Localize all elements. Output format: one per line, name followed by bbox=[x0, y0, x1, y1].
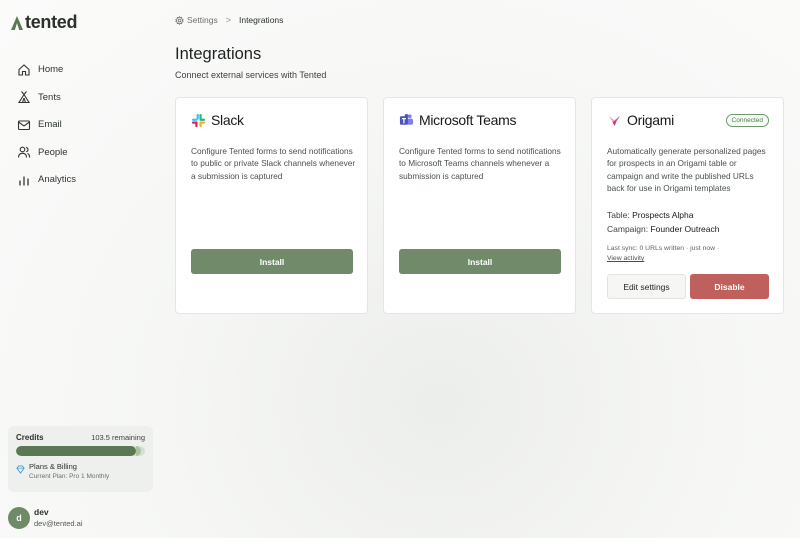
origami-table-info: Table: Prospects Alpha bbox=[607, 210, 694, 220]
page-title: Integrations bbox=[175, 45, 262, 63]
analytics-icon bbox=[17, 173, 31, 187]
sidebar-item-home[interactable]: Home bbox=[10, 56, 150, 84]
sidebar-item-people[interactable]: People bbox=[10, 139, 150, 167]
user-email: dev@tented.ai bbox=[34, 519, 83, 528]
edit-settings-button[interactable]: Edit settings bbox=[607, 274, 686, 299]
gear-icon bbox=[175, 15, 184, 25]
slack-logo-icon bbox=[191, 113, 206, 127]
integration-description: Configure Tented forms to send notificat… bbox=[399, 146, 561, 181]
credits-panel: Credits 103.5 remaining Plans & Billing … bbox=[8, 426, 153, 492]
breadcrumb-settings-link[interactable]: Settings bbox=[187, 15, 218, 25]
home-icon bbox=[17, 63, 31, 77]
integration-name: Slack bbox=[211, 112, 244, 128]
view-activity-link[interactable]: View activity bbox=[607, 254, 772, 264]
sidebar: tented Home Tents Email People Analytics… bbox=[0, 0, 160, 538]
table-label: Table: bbox=[607, 210, 630, 220]
campaign-value: Founder Outreach bbox=[650, 224, 720, 234]
integration-name: Origami bbox=[627, 112, 674, 128]
current-plan-text: Current Plan: Pro 1 Monthly bbox=[29, 473, 110, 480]
credits-remaining: 103.5 remaining bbox=[91, 433, 145, 442]
sidebar-item-label: People bbox=[38, 146, 68, 158]
integration-card-slack: Slack Configure Tented forms to send not… bbox=[175, 97, 368, 314]
integration-card-teams: Microsoft Teams Configure Tented forms t… bbox=[383, 97, 576, 314]
sidebar-item-label: Home bbox=[38, 64, 64, 76]
origami-logo-icon bbox=[608, 115, 621, 126]
teams-logo-icon bbox=[399, 113, 414, 125]
sync-status: Last sync: 0 URLs written · just now · V… bbox=[607, 244, 772, 264]
credits-progress-fill bbox=[16, 446, 136, 456]
table-value: Prospects Alpha bbox=[632, 210, 694, 220]
brand-name: tented bbox=[25, 12, 78, 32]
origami-campaign-info: Campaign: Founder Outreach bbox=[607, 224, 719, 234]
avatar: d bbox=[8, 507, 30, 529]
tent-logo-icon bbox=[11, 15, 23, 30]
credits-progress-cap bbox=[136, 446, 141, 456]
credits-title: Credits bbox=[16, 433, 44, 442]
plans-billing-title: Plans & Billing bbox=[29, 462, 77, 471]
people-icon bbox=[17, 145, 31, 159]
diamond-icon bbox=[16, 465, 25, 474]
user-profile[interactable]: d dev dev@tented.ai bbox=[8, 507, 82, 529]
plans-billing-link[interactable]: Plans & Billing Current Plan: Pro 1 Mont… bbox=[16, 462, 145, 482]
sidebar-item-label: Tents bbox=[38, 91, 61, 103]
sidebar-nav: Home Tents Email People Analytics bbox=[10, 56, 150, 194]
integration-description: Automatically generate personalized page… bbox=[607, 146, 766, 194]
sidebar-item-email[interactable]: Email bbox=[10, 111, 150, 139]
integration-description: Configure Tented forms to send notificat… bbox=[191, 146, 356, 181]
sidebar-item-tents[interactable]: Tents bbox=[10, 84, 150, 112]
integration-card-origami: Origami Connected Automatically generate… bbox=[591, 97, 784, 314]
user-name: dev bbox=[34, 507, 49, 517]
install-teams-button[interactable]: Install bbox=[399, 249, 561, 274]
breadcrumb-separator: > bbox=[225, 15, 231, 25]
connected-status-badge: Connected bbox=[725, 114, 769, 127]
brand-logo[interactable]: tented bbox=[10, 12, 78, 33]
credits-progress-bar bbox=[16, 446, 145, 456]
disable-button[interactable]: Disable bbox=[690, 274, 769, 299]
breadcrumb: Settings > Integrations bbox=[175, 15, 283, 25]
breadcrumb-current: Integrations bbox=[238, 15, 284, 25]
campaign-label: Campaign: bbox=[607, 224, 649, 234]
install-slack-button[interactable]: Install bbox=[191, 249, 353, 274]
integration-name: Microsoft Teams bbox=[419, 112, 517, 128]
page-subtitle: Connect external services with Tented bbox=[175, 70, 327, 80]
sidebar-item-analytics[interactable]: Analytics bbox=[10, 166, 150, 194]
sidebar-item-label: Analytics bbox=[38, 174, 77, 186]
tent-icon bbox=[17, 90, 31, 104]
sidebar-item-label: Email bbox=[38, 119, 62, 131]
last-sync-text: Last sync: 0 URLs written · just now · bbox=[607, 245, 720, 252]
mail-icon bbox=[17, 118, 31, 132]
